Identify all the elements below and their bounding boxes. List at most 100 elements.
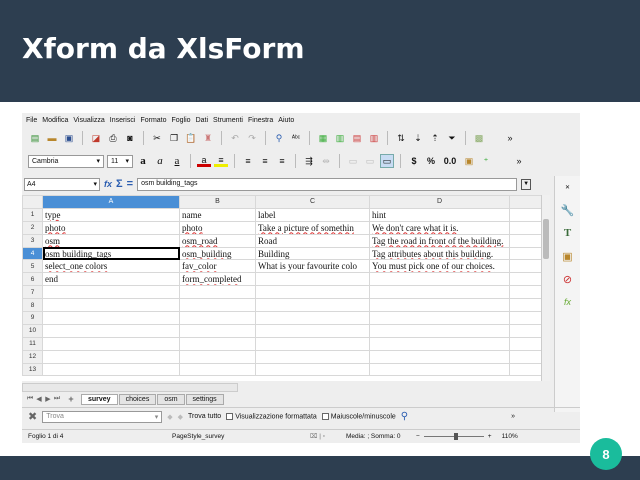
column-header-d[interactable]: D	[369, 195, 510, 209]
menu-item-strumenti[interactable]: Strumenti	[213, 117, 243, 124]
cell-d11[interactable]	[369, 336, 510, 351]
autofilter-icon[interactable]: ⏷	[445, 131, 459, 145]
highlight-icon[interactable]: ≡	[214, 155, 228, 167]
properties-icon[interactable]: 🔧	[561, 203, 575, 217]
sheet-tab-osm[interactable]: osm	[157, 393, 185, 405]
cell-d12[interactable]	[369, 349, 510, 364]
last-sheet-icon[interactable]: ⏭	[53, 395, 61, 403]
column-header-c[interactable]: C	[255, 195, 370, 209]
cell-c12[interactable]	[255, 349, 370, 364]
sheet-tab-settings[interactable]: settings	[185, 393, 224, 405]
cell-a10[interactable]	[42, 323, 180, 338]
align-left-icon[interactable]: ≡	[241, 154, 255, 168]
scrollbar-thumb[interactable]	[543, 219, 549, 259]
functions-icon[interactable]: fx	[561, 295, 575, 309]
cell-c13[interactable]	[255, 362, 370, 377]
cell-d10[interactable]	[369, 323, 510, 338]
delete-row-icon[interactable]: ▤	[350, 131, 364, 145]
cell-a11[interactable]	[42, 336, 180, 351]
expand-formula-icon[interactable]: ▼	[521, 178, 532, 190]
currency-format-button[interactable]: $	[407, 154, 421, 168]
zoom-level[interactable]: 110%	[502, 433, 518, 440]
row-header[interactable]: 13	[22, 362, 43, 377]
percent-format-button[interactable]: %	[424, 154, 438, 168]
align-bottom-icon[interactable]: ▭	[380, 154, 394, 168]
horizontal-scrollbar[interactable]	[22, 383, 238, 392]
print-preview-icon[interactable]: ◙	[123, 131, 137, 145]
cell-c5[interactable]: What is your favourite colo	[255, 259, 370, 274]
find-replace-icon[interactable]: ⚲	[272, 131, 286, 145]
cell-a4[interactable]: osm building_tags	[42, 246, 180, 261]
cell-c4[interactable]: Building	[255, 246, 370, 261]
cell-b4[interactable]: osm_building	[179, 246, 256, 261]
underline-icon[interactable]: a	[170, 154, 184, 168]
insert-column-icon[interactable]: ▥	[333, 131, 347, 145]
cell-b7[interactable]	[179, 285, 256, 300]
add-decimal-icon[interactable]: ⁺	[479, 154, 493, 168]
sheet-tab-survey[interactable]: survey	[81, 393, 118, 405]
cell-c7[interactable]	[255, 285, 370, 300]
zoom-slider[interactable]	[423, 432, 484, 440]
cell-d8[interactable]	[369, 298, 510, 313]
cell-c2[interactable]: Take a picture of somethin	[255, 220, 370, 235]
cell-c8[interactable]	[255, 298, 370, 313]
cell-c1[interactable]: label	[255, 207, 370, 222]
align-center-icon[interactable]: ≡	[258, 154, 272, 168]
next-sheet-icon[interactable]: ▶	[44, 395, 52, 403]
menu-item-inserisci[interactable]: Inserisci	[110, 117, 136, 124]
function-wizard-icon[interactable]: fx	[104, 179, 112, 189]
row-header[interactable]: 5	[22, 259, 43, 274]
undo-icon[interactable]: ↶	[228, 131, 242, 145]
sort-ascending-icon[interactable]: ⇣	[411, 131, 425, 145]
cell-c3[interactable]: Road	[255, 233, 370, 248]
cell-d13[interactable]	[369, 362, 510, 377]
align-right-icon[interactable]: ≡	[275, 154, 289, 168]
copy-icon[interactable]: ❐	[167, 131, 181, 145]
column-header-b[interactable]: B	[179, 195, 256, 209]
number-format-button[interactable]: 0.0	[441, 154, 459, 168]
close-sidebar-icon[interactable]: ✕	[561, 180, 575, 194]
row-header[interactable]: 4	[22, 246, 43, 261]
menu-item-file[interactable]: File	[26, 117, 37, 124]
cell-a13[interactable]	[42, 362, 180, 377]
find-input[interactable]: Trova ▾	[42, 410, 163, 423]
gallery-icon[interactable]: ▣	[561, 249, 575, 263]
formatted-display-checkbox[interactable]: Visualizzazione formattata	[226, 412, 317, 420]
paste-icon[interactable]: 📋	[184, 131, 198, 145]
cell-b1[interactable]: name	[179, 207, 256, 222]
font-name-select[interactable]: Cambria ▾	[28, 154, 104, 168]
row-header[interactable]: 3	[22, 233, 43, 248]
row-header[interactable]: 6	[22, 272, 43, 287]
cell-d9[interactable]	[369, 311, 510, 325]
more-icon[interactable]: »	[503, 131, 517, 145]
row-header[interactable]: 1	[22, 207, 43, 222]
zoom-out-icon[interactable]: −	[416, 433, 420, 440]
row-header[interactable]: 2	[22, 220, 43, 235]
date-format-icon[interactable]: ▣	[462, 154, 476, 168]
cell-a5[interactable]: select_one colors	[42, 259, 180, 274]
cell-a7[interactable]	[42, 285, 180, 300]
cell-b2[interactable]: photo	[179, 220, 256, 235]
cell-b8[interactable]	[179, 298, 256, 313]
cell-a12[interactable]	[42, 349, 180, 364]
first-sheet-icon[interactable]: ⏮	[26, 395, 34, 403]
sort-descending-icon[interactable]: ⇡	[428, 131, 442, 145]
cell-c9[interactable]	[255, 311, 370, 325]
cell-b11[interactable]	[179, 336, 256, 351]
sheet-tab-choices[interactable]: choices	[118, 393, 157, 405]
export-pdf-icon[interactable]: ◪	[89, 131, 103, 145]
cell-a6[interactable]: end	[42, 272, 180, 287]
font-color-icon[interactable]: a	[197, 155, 211, 167]
cell-d7[interactable]	[369, 285, 510, 300]
delete-column-icon[interactable]: ▥	[367, 131, 381, 145]
image-icon[interactable]: ▩	[472, 131, 486, 145]
menu-item-modifica[interactable]: Modifica	[42, 117, 68, 124]
add-sheet-icon[interactable]: +	[67, 394, 75, 404]
name-box[interactable]: A4 ▾	[24, 177, 100, 191]
cell-c10[interactable]	[255, 323, 370, 338]
wrap-icon[interactable]: ⇶	[302, 154, 316, 168]
print-icon[interactable]: ⎙	[106, 131, 120, 145]
cell-d6[interactable]	[369, 272, 510, 287]
menu-item-formato[interactable]: Formato	[140, 117, 166, 124]
styles-icon[interactable]: T	[561, 226, 575, 240]
